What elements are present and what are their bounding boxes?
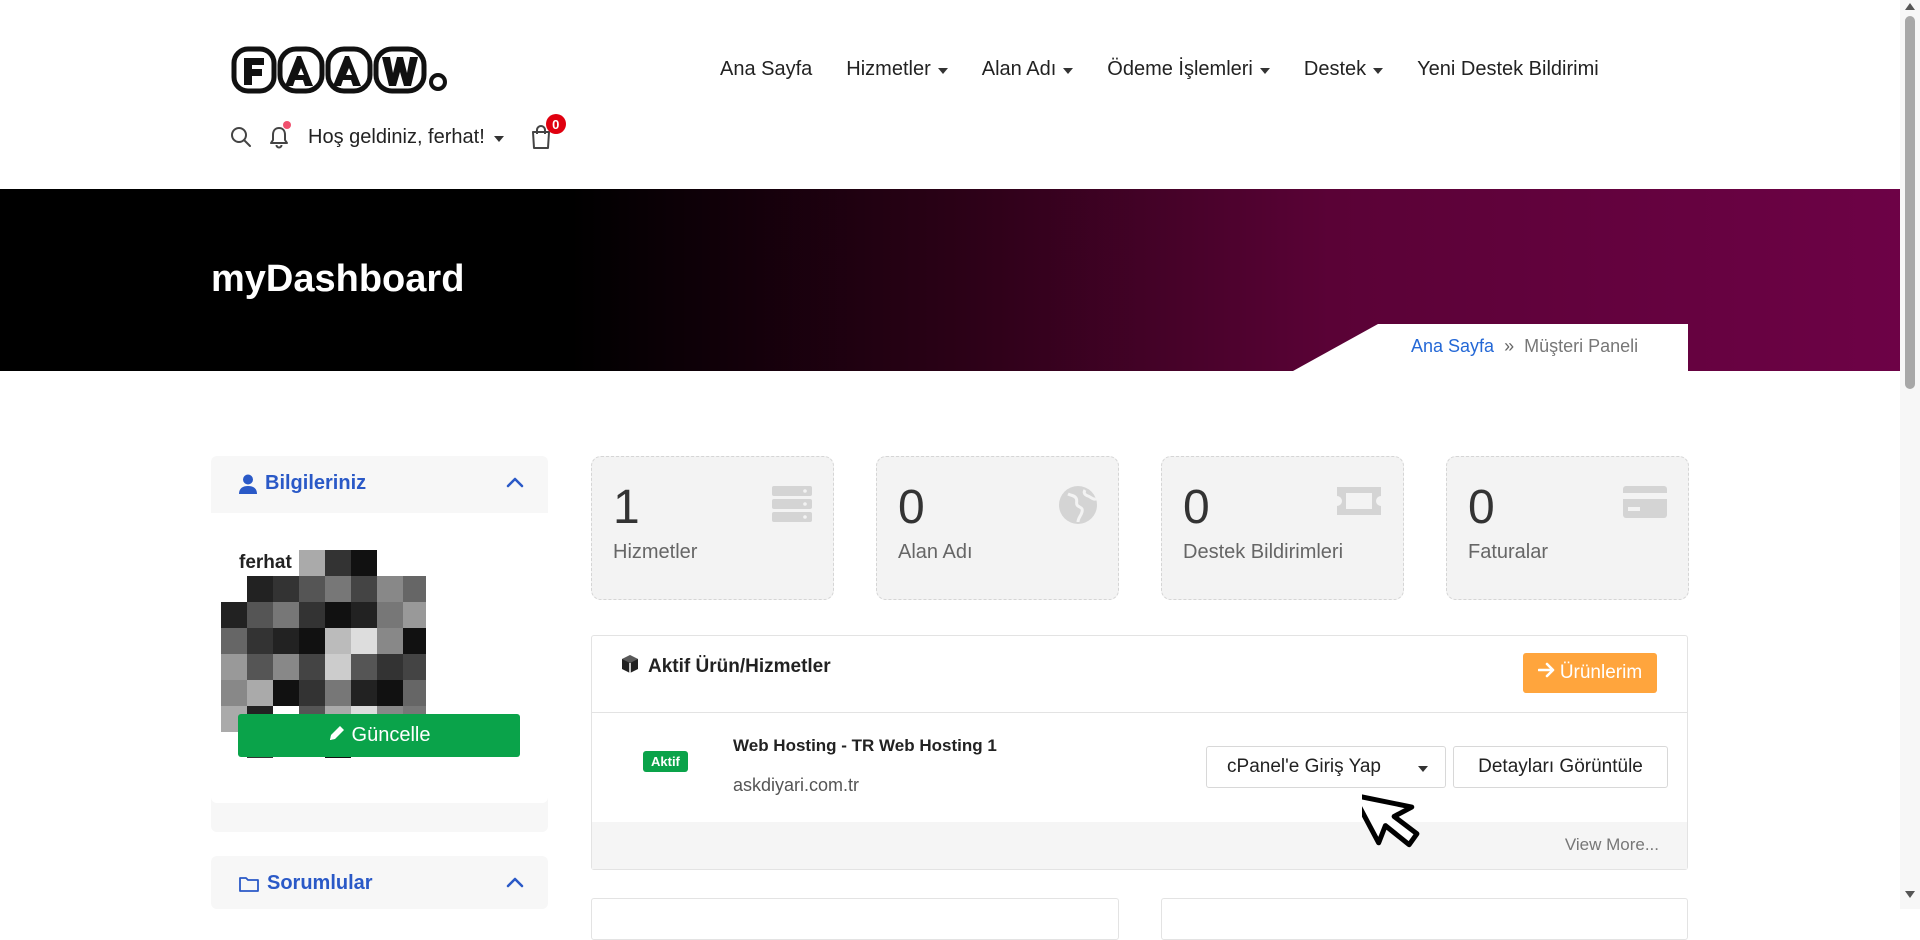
nav-item-new-ticket[interactable]: Yeni Destek Bildirimi [1417, 58, 1599, 81]
caret-down-icon [493, 135, 504, 142]
bell-icon[interactable] [266, 121, 292, 150]
breadcrumb-separator-icon: » [1504, 336, 1515, 356]
pencil-icon [328, 724, 346, 748]
faaw-logo[interactable] [231, 44, 449, 96]
nav-item-label: Alan Adı [981, 58, 1057, 80]
ticket-icon [1335, 485, 1383, 522]
user-toolbar: Hoş geldiniz, ferhat! 0 [228, 114, 566, 150]
folder-icon [239, 876, 259, 892]
status-badge: Aktif [643, 751, 688, 772]
stat-card-invoices[interactable]: 0 Faturalar [1446, 456, 1689, 600]
nav-item-label: Destek [1303, 58, 1367, 80]
update-profile-label: Güncelle [351, 724, 431, 746]
caret-down-icon [937, 68, 948, 74]
nav-item-label: Hizmetler [846, 58, 931, 80]
nav-item-support[interactable]: Destek [1303, 58, 1384, 81]
profile-panel-title: Bilgileriniz [265, 472, 367, 494]
breadcrumb-current: Müşteri Paneli [1524, 336, 1639, 356]
main-nav: Ana Sayfa Hizmetler Alan Adı Ödeme İşlem… [720, 58, 1599, 81]
lower-panel-left [591, 898, 1119, 940]
mouse-cursor-icon [1350, 770, 1444, 861]
my-products-label: Ürünlerim [1559, 662, 1643, 683]
nav-item-label: Yeni Destek Bildirimi [1417, 58, 1599, 80]
notification-dot [283, 121, 291, 129]
contacts-panel: Sorumlular [211, 856, 548, 909]
caret-down-icon [1373, 68, 1384, 74]
stat-value: 0 [898, 481, 925, 534]
search-icon[interactable] [228, 124, 254, 150]
service-domain: askdiyari.com.tr [733, 775, 860, 795]
page-scrollbar[interactable] [1900, 0, 1920, 909]
globe-icon [1058, 485, 1098, 530]
update-profile-button[interactable]: Güncelle [238, 714, 520, 757]
page-title: myDashboard [211, 258, 465, 300]
stat-label: Hizmetler [613, 541, 698, 563]
server-icon [771, 485, 813, 528]
caret-down-icon [1259, 68, 1270, 74]
nav-item-domains[interactable]: Alan Adı [982, 58, 1074, 81]
cart-icon[interactable]: 0 [528, 114, 566, 150]
stat-value: 0 [1468, 481, 1495, 534]
contacts-panel-title: Sorumlular [267, 872, 373, 894]
stat-card-services[interactable]: 1 Hizmetler [591, 456, 834, 600]
nav-item-label: Ana Sayfa [720, 58, 813, 80]
stat-value: 0 [1183, 481, 1210, 534]
caret-down-icon [1063, 68, 1074, 74]
my-products-button[interactable]: Ürünlerim [1523, 653, 1657, 693]
cpanel-login-label: cPanel'e Giriş Yap [1227, 756, 1381, 777]
active-services-panel: Aktif Ürün/Hizmetler Ürünlerim Aktif Web… [591, 635, 1688, 870]
active-services-title: Aktif Ürün/Hizmetler [648, 656, 831, 677]
service-row: Aktif Web Hosting - TR Web Hosting 1 ask… [592, 713, 1687, 822]
stat-card-domains[interactable]: 0 Alan Adı [876, 456, 1119, 600]
active-services-header: Aktif Ürün/Hizmetler Ürünlerim [592, 636, 1687, 713]
nav-item-services[interactable]: Hizmetler [846, 58, 948, 81]
nav-item-label: Ödeme İşlemleri [1107, 58, 1253, 80]
nav-item-billing[interactable]: Ödeme İşlemleri [1107, 58, 1270, 81]
active-services-footer: View More... [592, 822, 1687, 869]
view-more-link[interactable]: View More... [1565, 835, 1659, 855]
contacts-panel-header[interactable]: Sorumlular [211, 856, 548, 911]
page-banner: myDashboard Ana Sayfa » Müşteri Paneli [0, 189, 1900, 371]
user-icon [239, 474, 257, 494]
scroll-up-arrow-icon[interactable] [1905, 3, 1915, 10]
arrow-right-icon [1537, 662, 1556, 684]
lower-panel-right [1161, 898, 1688, 940]
profile-body: ferhat key Güncelle [211, 513, 548, 803]
stat-label: Destek Bildirimleri [1183, 541, 1344, 563]
scroll-thumb[interactable] [1905, 16, 1915, 389]
scroll-down-arrow-icon[interactable] [1905, 891, 1915, 898]
chevron-up-icon[interactable] [506, 875, 524, 893]
welcome-text: Hoş geldiniz, ferhat! [308, 125, 485, 148]
chevron-up-icon[interactable] [506, 475, 524, 493]
cube-icon [620, 654, 640, 680]
profile-panel-header[interactable]: Bilgileriniz [211, 456, 548, 511]
service-name[interactable]: Web Hosting - TR Web Hosting 1 [733, 736, 997, 756]
credit-card-icon [1622, 485, 1668, 524]
breadcrumb-home-link[interactable]: Ana Sayfa [1411, 336, 1494, 357]
breadcrumb: Ana Sayfa » Müşteri Paneli [1293, 324, 1688, 371]
stat-label: Faturalar [1468, 541, 1549, 563]
view-details-button[interactable]: Detayları Görüntüle [1453, 746, 1668, 788]
stat-card-tickets[interactable]: 0 Destek Bildirimleri [1161, 456, 1404, 600]
cart-count-badge: 0 [545, 114, 566, 134]
stat-value: 1 [613, 481, 640, 534]
stat-label: Alan Adı [898, 541, 973, 563]
site-header: Ana Sayfa Hizmetler Alan Adı Ödeme İşlem… [0, 0, 1900, 189]
nav-item-home[interactable]: Ana Sayfa [720, 58, 812, 81]
profile-panel: Bilgileriniz ferhat key Güncelle [211, 456, 548, 832]
user-menu[interactable]: Hoş geldiniz, ferhat! [308, 126, 504, 149]
view-details-label: Detayları Görüntüle [1478, 756, 1643, 777]
